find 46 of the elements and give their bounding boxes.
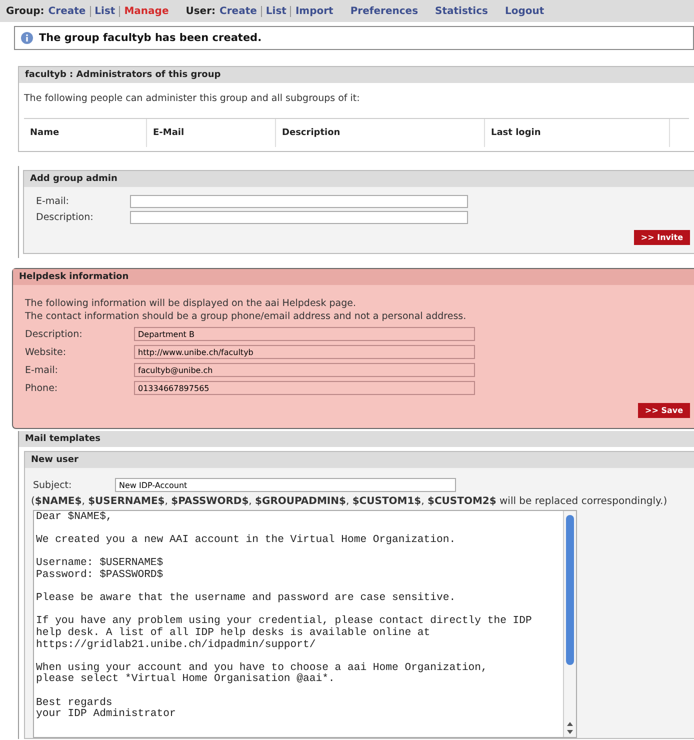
panel-title: Helpdesk information — [13, 269, 694, 285]
input-field[interactable]: 01334667897565 — [134, 381, 475, 395]
panel-title: New user — [25, 452, 694, 468]
field-label: Website: — [25, 346, 68, 358]
field-label: E-mail: — [36, 196, 70, 207]
menu-link[interactable]: Statistics — [435, 6, 488, 16]
input-field[interactable] — [130, 211, 468, 224]
menu-link[interactable]: Logout — [505, 6, 544, 16]
panel-title: facultyb : Administrators of this group — [19, 67, 694, 83]
menu-link[interactable]: List — [90, 6, 116, 16]
column-header: E-Mail — [147, 119, 276, 147]
menu-link[interactable]: Manage — [119, 6, 169, 16]
menu-link[interactable]: Preferences — [350, 6, 418, 16]
input-field[interactable]: Department B — [134, 327, 475, 341]
input-field[interactable]: facultyb@unibe.ch — [134, 363, 475, 377]
scroll-bar[interactable] — [563, 511, 576, 737]
field-label: Description: — [36, 212, 94, 223]
menu-link[interactable]: Import — [290, 6, 334, 16]
input-field[interactable]: http://www.unibe.ch/facultyb — [134, 345, 475, 359]
panel-title: Mail templates — [19, 431, 694, 447]
menu-group-label: Group: — [6, 6, 44, 16]
input-field[interactable] — [130, 195, 468, 208]
column-header: Last login — [485, 119, 670, 147]
field-label: E-mail: — [25, 364, 59, 376]
field-label: Phone: — [25, 382, 59, 394]
menu-link[interactable]: List — [260, 6, 286, 16]
message-body-field[interactable]: Dear $NAME$, We created you a new AAI account in the Virtual Home Organization. Username: $USERNAME$ Password: $PASSWORD$ Please be aware that the username and password are case sensitive. If you have any problem using your credential, please contact directly the IDP help desk. A list of all IDP help desks is available online at https://gridlab21.unibe.ch/idpadmin/support/ When using your account and you have to choose a aai Home Organization, please select *Virtual Home Organisation @aai*. Best regards your IDP Administrator — [33, 510, 577, 738]
info-icon — [21, 32, 33, 44]
field-label: Subject: — [33, 480, 73, 490]
placeholder-hint: ($NAME$, $USERNAME$, $PASSWORD$, $GROUPADMIN$, $CUSTOM1$, $CUSTOM2$ will be replaced correspondingly.) — [30, 495, 668, 509]
field-label: Description: — [25, 328, 84, 340]
subject-field[interactable]: New IDP-Account — [115, 478, 456, 492]
menu-link[interactable]: Create — [220, 6, 257, 16]
column-header: Name — [24, 119, 147, 147]
panel-title: Add group admin — [24, 171, 694, 187]
intro-text: The following information will be displayed on the aai Helpdesk page. — [25, 297, 358, 310]
invite-button[interactable]: >> Invite — [634, 230, 690, 245]
save-button[interactable]: >> Save — [638, 403, 690, 418]
menu-link[interactable]: Create — [48, 6, 86, 16]
intro-text: The following people can administer this group and all subgroups of it: — [23, 92, 361, 106]
intro-text: The contact information should be a group phone/email address and not a personal address. — [25, 310, 468, 323]
scroll-down-icon[interactable] — [566, 729, 574, 735]
column-header: Description — [276, 119, 485, 147]
notice-text: The group facultyb has been created. — [39, 32, 262, 44]
scroll-up-icon[interactable] — [566, 721, 574, 727]
menu-group-label: User: — [186, 6, 216, 16]
